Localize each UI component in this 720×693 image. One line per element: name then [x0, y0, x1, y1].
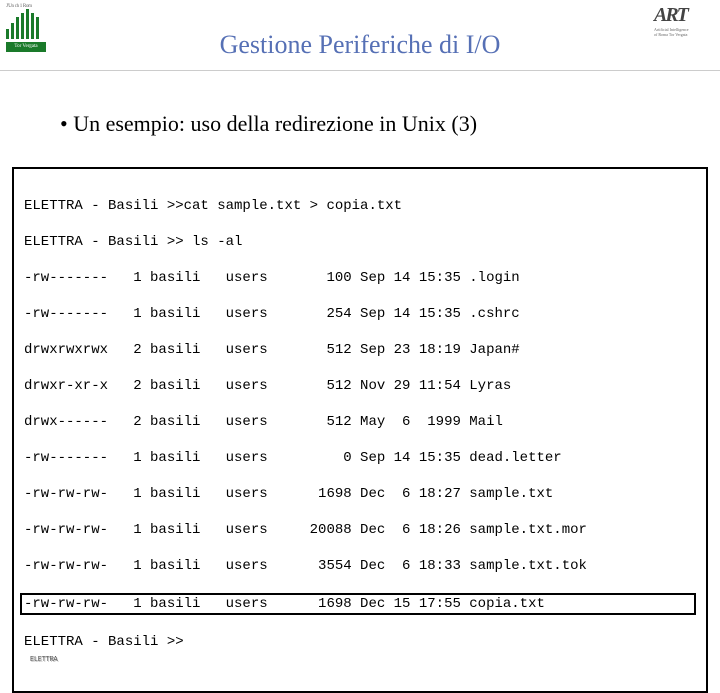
- term-line: drwx------ 2 basili users 512 May 6 1999…: [24, 413, 696, 431]
- term-line: ELETTRA - Basili >> ls -al: [24, 233, 696, 251]
- term-line: -rw------- 1 basili users 254 Sep 14 15:…: [24, 305, 696, 323]
- term-line: ELETTRA - Basili >>cat sample.txt > copi…: [24, 197, 696, 215]
- art-logo-text: ART: [654, 4, 714, 27]
- bullet-area: Un esempio: uso della redirezione in Uni…: [0, 71, 720, 157]
- slide-title: Gestione Periferiche di I/O: [0, 0, 720, 60]
- terminal-output: ELETTRA - Basili >>cat sample.txt > copi…: [12, 167, 708, 693]
- term-line: -rw------- 1 basili users 100 Sep 14 15:…: [24, 269, 696, 287]
- term-line: ELETTRA - Basili >>: [24, 633, 696, 651]
- university-logo-left: J'Un ch 1 Rom Tor Vergata: [6, 4, 54, 52]
- art-logo-right: ART Artificial Intelligence of Roma Tor …: [654, 4, 714, 37]
- bullet-text: Un esempio: uso della redirezione in Uni…: [60, 111, 680, 137]
- term-line: -rw-rw-rw- 1 basili users 3554 Dec 6 18:…: [24, 557, 696, 575]
- term-line: drwxrwxrwx 2 basili users 512 Sep 23 18:…: [24, 341, 696, 359]
- slide-header: J'Un ch 1 Rom Tor Vergata ART Artificial…: [0, 0, 720, 71]
- term-line-highlight: -rw-rw-rw- 1 basili users 1698 Dec 15 17…: [20, 593, 696, 615]
- term-line: drwxr-xr-x 2 basili users 512 Nov 29 11:…: [24, 377, 696, 395]
- term-line: -rw-rw-rw- 1 basili users 20088 Dec 6 18…: [24, 521, 696, 539]
- term-shadow-label: ELETTRA: [30, 651, 57, 669]
- term-line: -rw------- 1 basili users 0 Sep 14 15:35…: [24, 449, 696, 467]
- term-line: -rw-rw-rw- 1 basili users 1698 Dec 6 18:…: [24, 485, 696, 503]
- logo-bars-icon: [6, 9, 54, 39]
- logo-caption: Tor Vergata: [6, 42, 46, 52]
- art-logo-sub2: of Roma Tor Vergata: [654, 32, 714, 37]
